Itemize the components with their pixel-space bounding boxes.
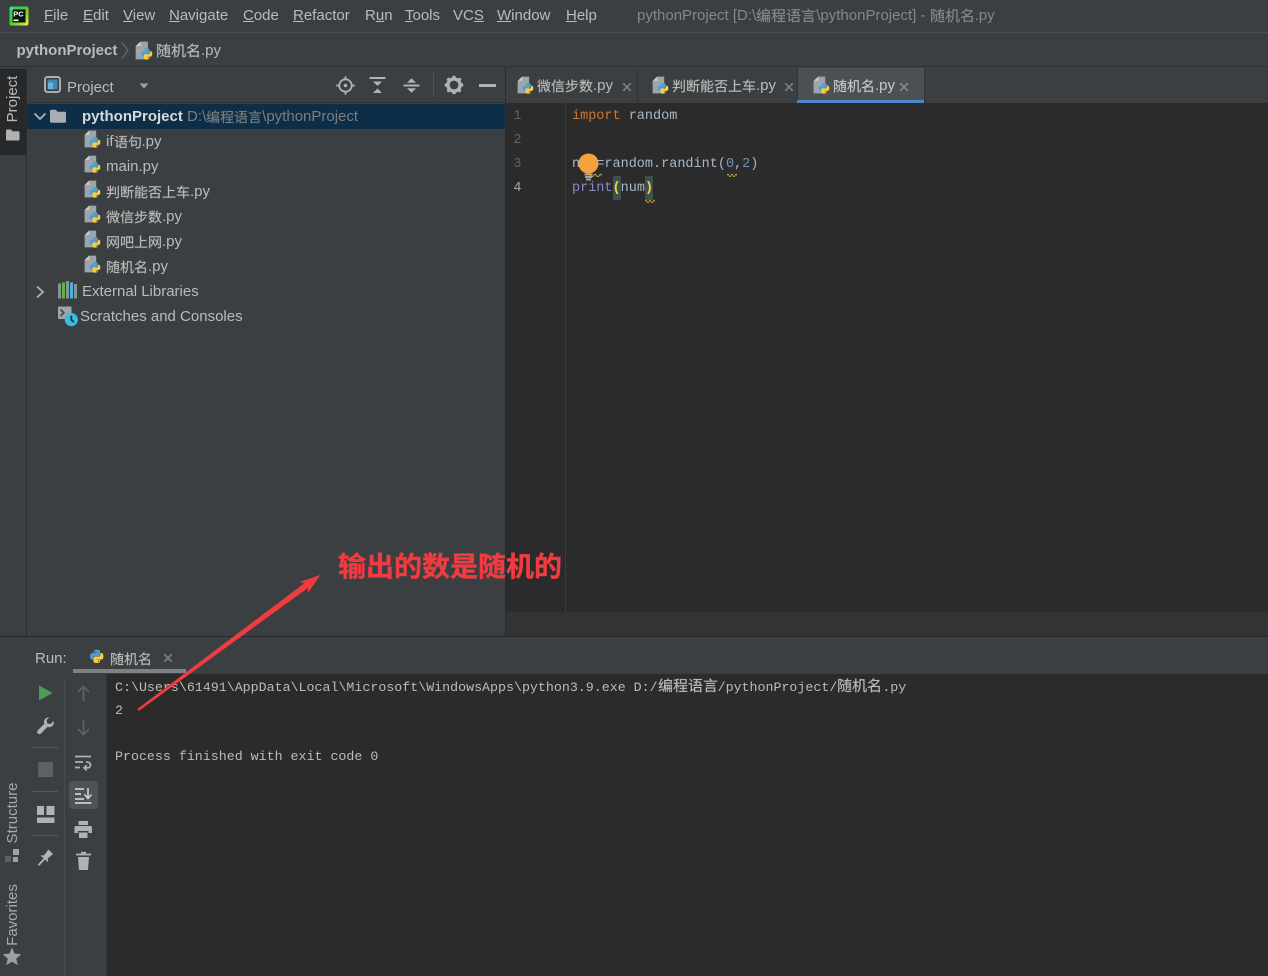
svg-text:PC: PC — [13, 10, 24, 19]
